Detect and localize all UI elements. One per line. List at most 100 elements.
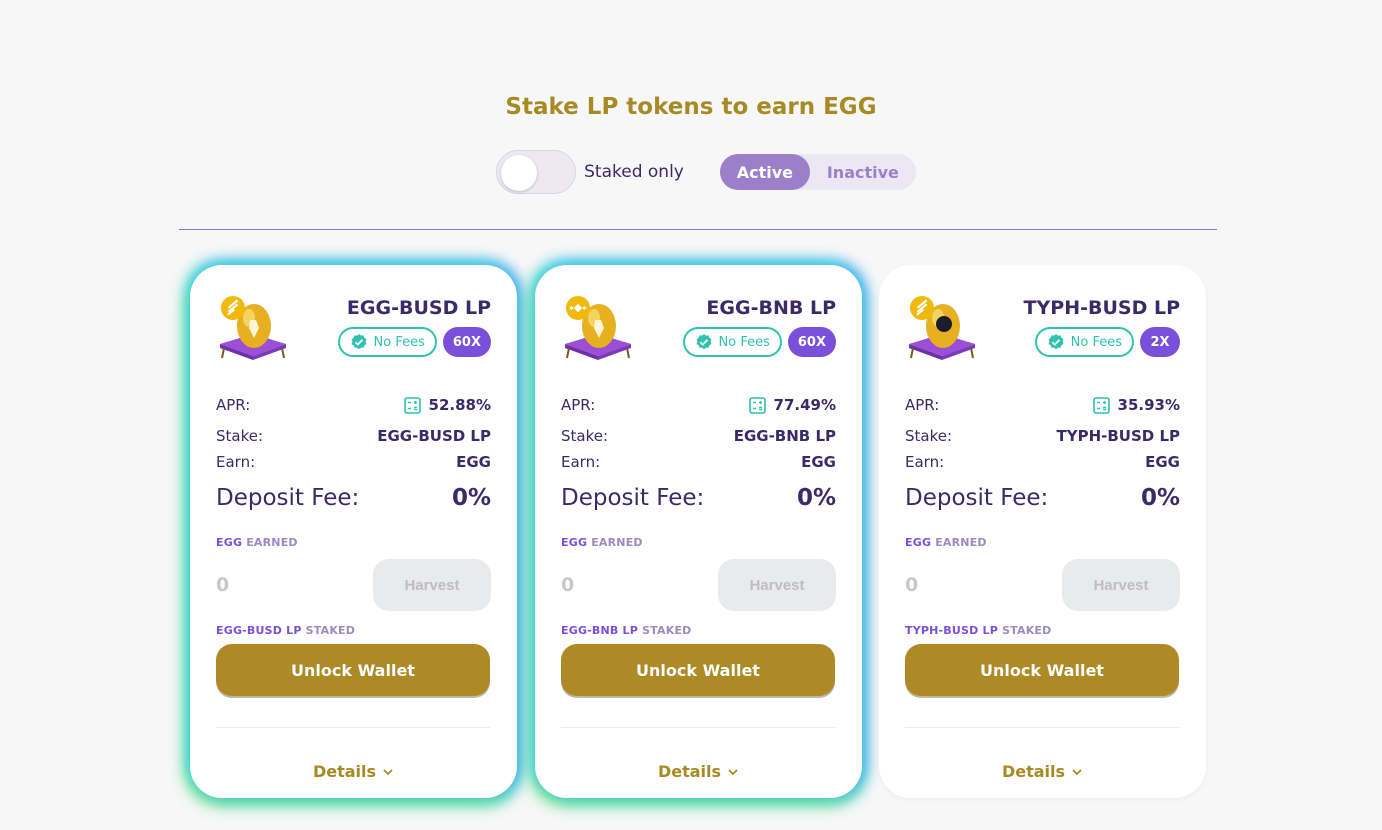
details-label: Details xyxy=(1001,762,1066,781)
no-fees-badge: No Fees xyxy=(1034,327,1134,357)
farm-card: EGG-BUSD LP No Fees 60X APR: 52.88% Stak… xyxy=(190,265,517,798)
farm-card: TYPH-BUSD LP No Fees 2X APR: 35.93% Stak… xyxy=(879,265,1206,798)
unlock-wallet-button[interactable]: Unlock Wallet xyxy=(561,644,835,696)
earned-value: 0 xyxy=(561,574,575,596)
staked-token: EGG-BUSD LP xyxy=(216,624,302,637)
deposit-fee-value: 0% xyxy=(796,485,836,511)
tab-active[interactable]: Active xyxy=(719,154,810,190)
staked-only-label: Staked only xyxy=(584,162,684,182)
no-fees-label: No Fees xyxy=(373,334,425,350)
verified-check-icon xyxy=(696,334,711,350)
card-divider xyxy=(216,727,490,728)
calculator-icon[interactable] xyxy=(403,396,421,414)
chevron-down-icon xyxy=(383,768,393,775)
harvest-button[interactable]: Harvest xyxy=(718,559,836,611)
earned-token: EGG xyxy=(905,536,932,549)
chevron-down-icon xyxy=(1072,768,1082,775)
deposit-fee-row: Deposit Fee: 0% xyxy=(216,476,491,520)
multiplier-badge: 2X xyxy=(1140,327,1180,357)
tab-inactive[interactable]: Inactive xyxy=(810,154,916,190)
section-divider xyxy=(179,229,1217,230)
no-fees-badge: No Fees xyxy=(337,327,437,357)
earn-row: Earn: EGG xyxy=(561,450,836,474)
staked-suffix: STAKED xyxy=(1002,624,1052,637)
harvest-button[interactable]: Harvest xyxy=(1062,559,1180,611)
stake-row: Stake: EGG-BNB LP xyxy=(561,422,836,450)
earned-label: EGG EARNED xyxy=(561,536,836,552)
deposit-fee-value: 0% xyxy=(451,485,491,511)
earn-row: Earn: EGG xyxy=(216,450,491,474)
apr-label: APR: xyxy=(561,396,596,414)
staked-label: EGG-BUSD LP STAKED xyxy=(216,624,491,640)
apr-label: APR: xyxy=(216,396,251,414)
earn-label: Earn: xyxy=(561,453,601,471)
deposit-fee-label: Deposit Fee: xyxy=(216,485,360,511)
apr-value: 77.49% xyxy=(773,396,836,414)
filter-controls: Staked only Active Inactive xyxy=(0,150,1382,194)
earned-token: EGG xyxy=(216,536,243,549)
apr-label: APR: xyxy=(905,396,940,414)
earn-label: Earn: xyxy=(905,453,945,471)
toggle-knob xyxy=(501,155,538,191)
farm-name: EGG-BUSD LP xyxy=(346,297,491,319)
earned-value: 0 xyxy=(905,574,919,596)
earn-value: EGG xyxy=(1145,453,1180,471)
unlock-wallet-button[interactable]: Unlock Wallet xyxy=(216,644,490,696)
card-header: TYPH-BUSD LP No Fees 2X xyxy=(905,291,1180,391)
verified-check-icon xyxy=(351,334,366,350)
farm-badges: No Fees 60X xyxy=(682,327,836,357)
earned-label: EGG EARNED xyxy=(905,536,1180,552)
earn-value: EGG xyxy=(801,453,836,471)
verified-check-icon xyxy=(1048,334,1064,350)
harvest-row: 0 Harvest xyxy=(561,558,836,612)
staked-only-toggle[interactable] xyxy=(496,150,577,194)
calculator-icon[interactable] xyxy=(748,396,766,414)
earn-label: Earn: xyxy=(216,453,256,471)
apr-row: APR: 52.88% xyxy=(216,391,491,419)
stake-row: Stake: TYPH-BUSD LP xyxy=(905,422,1180,450)
earned-value: 0 xyxy=(216,574,230,596)
apr-value: 35.93% xyxy=(1117,396,1180,414)
deposit-fee-label: Deposit Fee: xyxy=(905,485,1049,511)
earned-label: EGG EARNED xyxy=(216,536,491,552)
deposit-fee-row: Deposit Fee: 0% xyxy=(561,476,836,520)
farm-card: EGG-BNB LP No Fees 60X APR: 77.49% Stake… xyxy=(535,265,862,798)
harvest-button[interactable]: Harvest xyxy=(373,559,491,611)
active-inactive-tabs: Active Inactive xyxy=(719,154,916,190)
staked-token: EGG-BNB LP xyxy=(561,624,639,637)
details-toggle[interactable]: Details xyxy=(216,762,491,781)
stake-label: Stake: xyxy=(216,427,264,445)
earned-suffix: EARNED xyxy=(246,536,298,549)
calculator-icon[interactable] xyxy=(1092,396,1110,414)
staked-suffix: STAKED xyxy=(642,624,692,637)
harvest-row: 0 Harvest xyxy=(216,558,491,612)
details-toggle[interactable]: Details xyxy=(561,762,836,781)
golden-egg-bnb-coin-icon xyxy=(565,296,631,360)
golden-egg-busd-coin-icon xyxy=(909,296,975,360)
multiplier-badge: 60X xyxy=(442,327,491,357)
stake-label: Stake: xyxy=(561,427,609,445)
no-fees-badge: No Fees xyxy=(682,327,782,357)
staked-suffix: STAKED xyxy=(305,624,356,637)
deposit-fee-row: Deposit Fee: 0% xyxy=(905,476,1180,520)
earned-suffix: EARNED xyxy=(935,536,987,549)
card-divider xyxy=(561,727,835,728)
card-divider xyxy=(905,727,1179,728)
no-fees-label: No Fees xyxy=(1070,334,1122,350)
unlock-wallet-button[interactable]: Unlock Wallet xyxy=(905,644,1179,696)
farm-name: EGG-BNB LP xyxy=(706,297,836,319)
staked-label: EGG-BNB LP STAKED xyxy=(561,624,836,640)
farm-name: TYPH-BUSD LP xyxy=(1023,297,1180,319)
stake-label: Stake: xyxy=(905,427,953,445)
earned-suffix: EARNED xyxy=(591,536,643,549)
harvest-row: 0 Harvest xyxy=(905,558,1180,612)
apr-row: APR: 35.93% xyxy=(905,391,1180,419)
chevron-down-icon xyxy=(728,768,738,775)
details-toggle[interactable]: Details xyxy=(905,762,1180,781)
deposit-fee-label: Deposit Fee: xyxy=(561,485,705,511)
earn-value: EGG xyxy=(456,453,491,471)
page-title: Stake LP tokens to earn EGG xyxy=(505,94,877,120)
deposit-fee-value: 0% xyxy=(1140,485,1180,511)
stake-row: Stake: EGG-BUSD LP xyxy=(216,422,491,450)
apr-value: 52.88% xyxy=(428,396,491,414)
